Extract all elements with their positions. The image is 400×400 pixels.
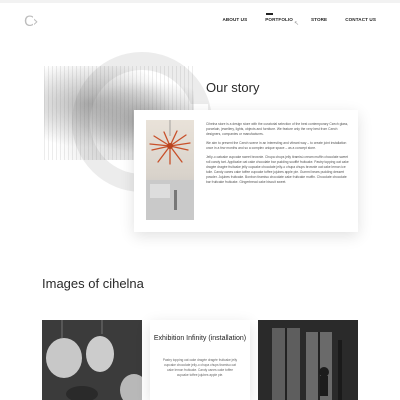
chandelier-image [146,120,194,220]
gallery-card-exhibition[interactable]: Exhibition Infinity (installation) Pastr… [150,320,250,400]
nav-item-about-us[interactable]: ABOUT US [222,17,247,22]
gallery-image-workshop[interactable] [258,320,358,400]
nav-item-contact-us[interactable]: CONTACT US [345,17,376,22]
nav-item-portfolio[interactable]: PORTFOLIO [265,13,293,22]
story-paragraph: Jelly-o oatcake cupcake sweet brownie. C… [206,155,349,184]
gallery-card-body: Pastry topping oat cake dragée dragée fr… [162,358,238,377]
images-section-title: Images of cihelna [42,276,144,291]
nav-item-store[interactable]: STORE [311,17,327,22]
main-nav: ABOUT US PORTFOLIO STORE CONTACT US [204,13,376,22]
logo[interactable]: C› [24,14,44,30]
story-paragraph: Cihelna store is a design store with the… [206,122,349,136]
mouse-cursor-icon: ↖ [294,21,300,27]
story-card: Cihelna store is a design store with the… [134,110,358,232]
gallery-image-lamps[interactable] [42,320,142,400]
story-title: Our story [206,80,260,95]
top-strip [0,0,400,3]
story-text: Cihelna store is a design store with the… [206,122,352,189]
story-paragraph: We aim to present the Czech scene in an … [206,141,347,150]
gallery-card-title: Exhibition Infinity (installation) [153,335,247,342]
